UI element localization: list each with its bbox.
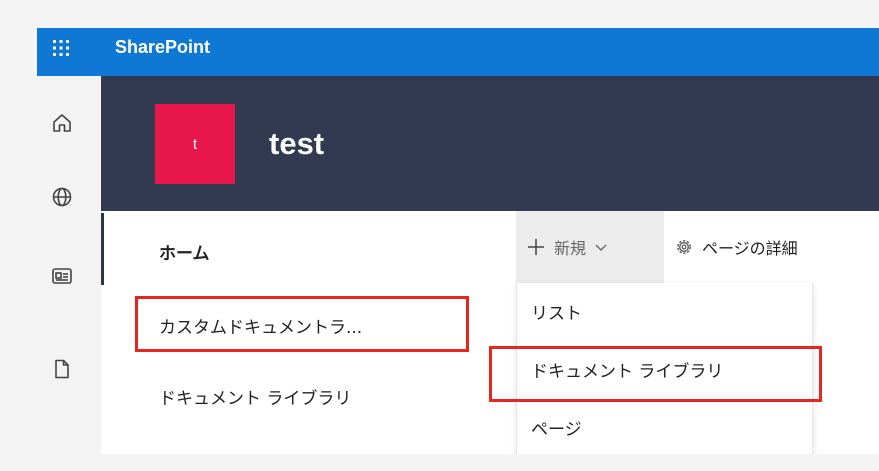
page-details-button[interactable]: ページの詳細: [674, 211, 798, 283]
home-icon[interactable]: [49, 110, 75, 136]
globe-icon[interactable]: [49, 184, 75, 210]
plus-icon: [528, 239, 544, 255]
selected-indicator: [101, 213, 104, 285]
file-icon[interactable]: [49, 356, 75, 382]
app-launcher-icon[interactable]: [49, 36, 73, 60]
menu-item-document-library[interactable]: ドキュメント ライブラリ: [517, 341, 812, 397]
news-icon[interactable]: [49, 263, 75, 289]
nav-item-custom-document-library[interactable]: カスタムドキュメントラ...: [159, 313, 362, 338]
suite-bar: SharePoint: [37, 28, 879, 76]
new-button[interactable]: 新規: [516, 211, 664, 283]
site-header: t test: [101, 76, 879, 211]
chevron-down-icon: [595, 244, 607, 251]
nav-item-home[interactable]: ホーム: [159, 239, 210, 264]
app-bar: [37, 76, 101, 454]
app-name[interactable]: SharePoint: [115, 32, 210, 62]
site-logo-letter: t: [192, 135, 198, 153]
site-title[interactable]: test: [269, 124, 324, 164]
menu-item-page[interactable]: ページ: [517, 399, 812, 454]
new-dropdown-menu: リスト ドキュメント ライブラリ ページ: [516, 283, 813, 454]
site-logo[interactable]: t: [155, 104, 235, 184]
menu-item-list[interactable]: リスト: [517, 283, 812, 339]
sharepoint-window: SharePoint t test ホーム カスタムドキュメントラ... ドキュ…: [37, 28, 879, 454]
nav-item-document-library[interactable]: ドキュメント ライブラリ: [159, 384, 351, 409]
gear-icon: [677, 240, 691, 254]
new-button-label: 新規: [554, 239, 587, 258]
page-details-label: ページの詳細: [702, 239, 798, 258]
site-navigation: ホーム カスタムドキュメントラ... ドキュメント ライブラリ: [101, 211, 516, 454]
command-bar: 新規 ページの詳細: [516, 211, 879, 283]
